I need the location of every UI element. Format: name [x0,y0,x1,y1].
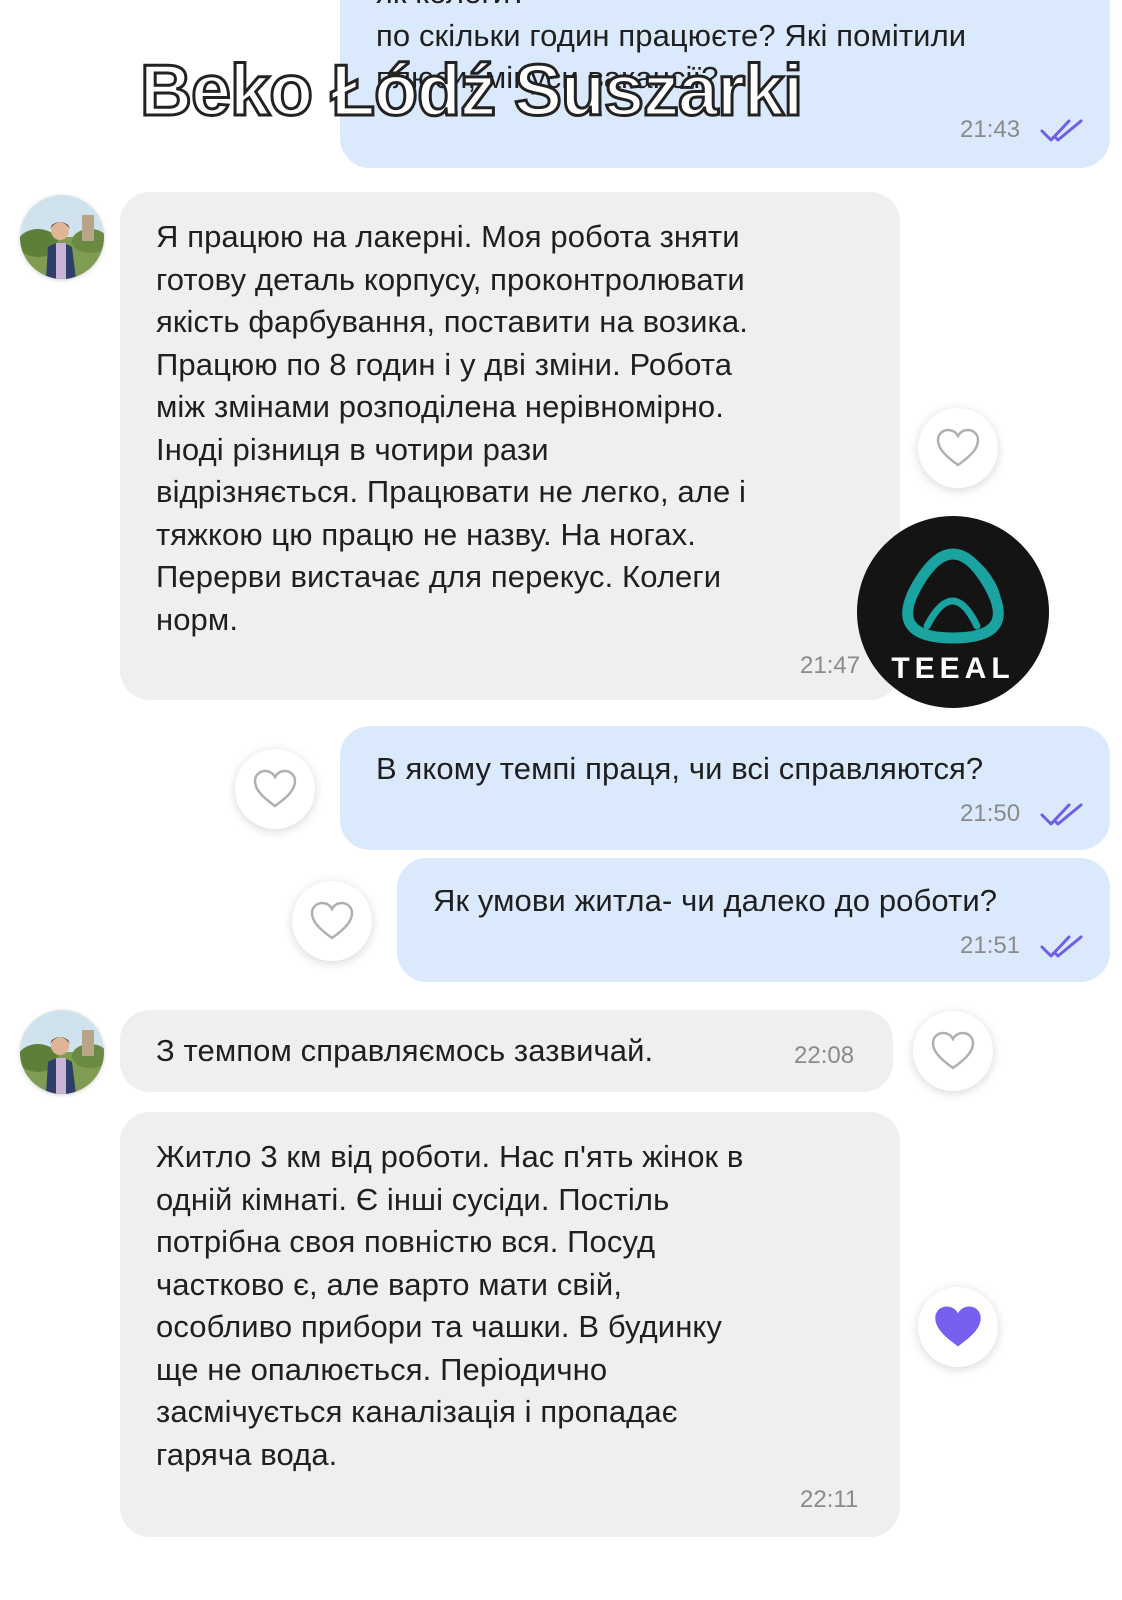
message-time: 22:08 [794,1042,855,1069]
read-checkmarks-icon [1040,803,1083,826]
message-time: 21:43 [960,116,1021,143]
message-text: Як умови житла- чи далеко до роботи? [433,883,998,918]
like-button[interactable] [292,881,372,961]
message-time: 21:51 [960,932,1021,959]
message-bubble-outgoing[interactable]: В якому темпі праця, чи всі справляются?… [340,726,1110,850]
message-bubble-outgoing[interactable]: Як умови житла- чи далеко до роботи? 21:… [397,858,1110,982]
read-checkmarks-icon [1040,119,1083,142]
sender-avatar[interactable] [20,195,104,279]
heart-filled-icon [935,1306,981,1347]
message-bubble-incoming[interactable]: Житло 3 км від роботи. Нас п'ять жінок в… [120,1112,900,1537]
sender-avatar[interactable] [20,1010,104,1094]
message-time: 21:47 [800,652,861,679]
like-button[interactable] [235,749,315,829]
message-bubble-incoming[interactable]: З темпом справляємось зазвичай. 22:08 [120,1010,893,1092]
read-checkmarks-icon [1040,935,1083,958]
like-button-liked[interactable] [918,1287,998,1367]
like-button[interactable] [913,1011,993,1091]
message-text: В якому темпі праця, чи всі справляются? [376,751,984,786]
heart-outline-icon [931,1031,975,1070]
message-text: З темпом справляємось зазвичай. [156,1033,654,1068]
message-text: Я працюю на лакерні. Моя робота зняти го… [156,219,748,637]
message-text: Житло 3 км від роботи. Нас п'ять жінок в… [156,1139,744,1472]
message-time: 21:50 [960,800,1021,827]
heart-outline-icon [936,428,980,467]
like-button[interactable] [918,408,998,488]
message-time: 22:11 [800,1486,859,1513]
watermark-title: Beko Łódź Suszarki [138,50,804,133]
message-bubble-incoming[interactable]: Я працюю на лакерні. Моя робота зняти го… [120,192,900,700]
heart-outline-icon [253,769,297,808]
logo-text: TEEAL [891,652,1015,685]
heart-outline-icon [310,901,354,940]
teeal-logo: TEEAL [857,516,1049,708]
